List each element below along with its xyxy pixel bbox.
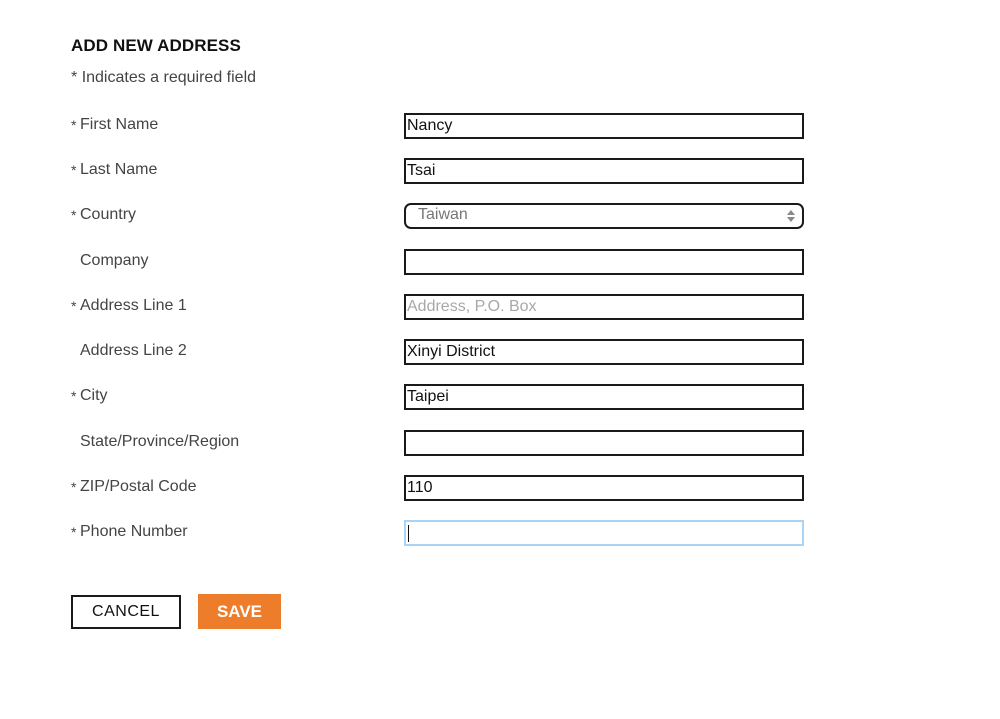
company-input[interactable]: [404, 249, 804, 275]
last-name-label: * Last Name: [71, 161, 158, 178]
country-select[interactable]: Taiwan: [404, 203, 804, 229]
required-marker: *: [71, 388, 77, 404]
city-label: * City: [71, 387, 108, 404]
city-input[interactable]: [404, 384, 804, 410]
city-row: * City: [0, 384, 1000, 410]
cancel-button[interactable]: CANCEL: [71, 595, 181, 629]
company-row: Company: [0, 249, 1000, 275]
state-label: State/Province/Region: [80, 433, 240, 450]
zip-label: * ZIP/Postal Code: [71, 478, 197, 495]
last-name-input[interactable]: [404, 158, 804, 184]
country-selected-value: Taiwan: [418, 206, 468, 223]
first-name-row: * First Name: [0, 113, 1000, 139]
zip-input[interactable]: [404, 475, 804, 501]
up-down-arrows-icon: [787, 210, 795, 222]
country-row: * Country Taiwan: [0, 203, 1000, 229]
phone-input[interactable]: [404, 520, 804, 546]
zip-row: * ZIP/Postal Code: [0, 475, 1000, 501]
required-field-note: * Indicates a required field: [71, 69, 256, 87]
required-note-text: Indicates a required field: [81, 69, 257, 86]
company-label: Company: [80, 252, 149, 269]
form-title: ADD NEW ADDRESS: [71, 36, 241, 55]
address-line-1-label: * Address Line 1: [71, 297, 187, 314]
state-input[interactable]: [404, 430, 804, 456]
first-name-label: * First Name: [71, 116, 159, 133]
required-marker: *: [71, 298, 77, 314]
phone-row: * Phone Number: [0, 520, 1000, 546]
required-marker: *: [71, 117, 77, 133]
required-marker: *: [71, 524, 77, 540]
text-cursor: [408, 525, 409, 542]
state-row: State/Province/Region: [0, 430, 1000, 456]
last-name-row: * Last Name: [0, 158, 1000, 184]
country-label: * Country: [71, 206, 137, 223]
required-marker: *: [71, 69, 78, 86]
address-line-1-row: * Address Line 1: [0, 294, 1000, 320]
first-name-input[interactable]: [404, 113, 804, 139]
required-marker: *: [71, 479, 77, 495]
address-line-2-label: Address Line 2: [80, 342, 187, 359]
address-line-1-input[interactable]: [404, 294, 804, 320]
save-button[interactable]: SAVE: [198, 594, 281, 629]
phone-label: * Phone Number: [71, 523, 188, 540]
required-marker: *: [71, 162, 77, 178]
address-line-2-input[interactable]: [404, 339, 804, 365]
required-marker: *: [71, 207, 77, 223]
address-line-2-row: Address Line 2: [0, 339, 1000, 365]
